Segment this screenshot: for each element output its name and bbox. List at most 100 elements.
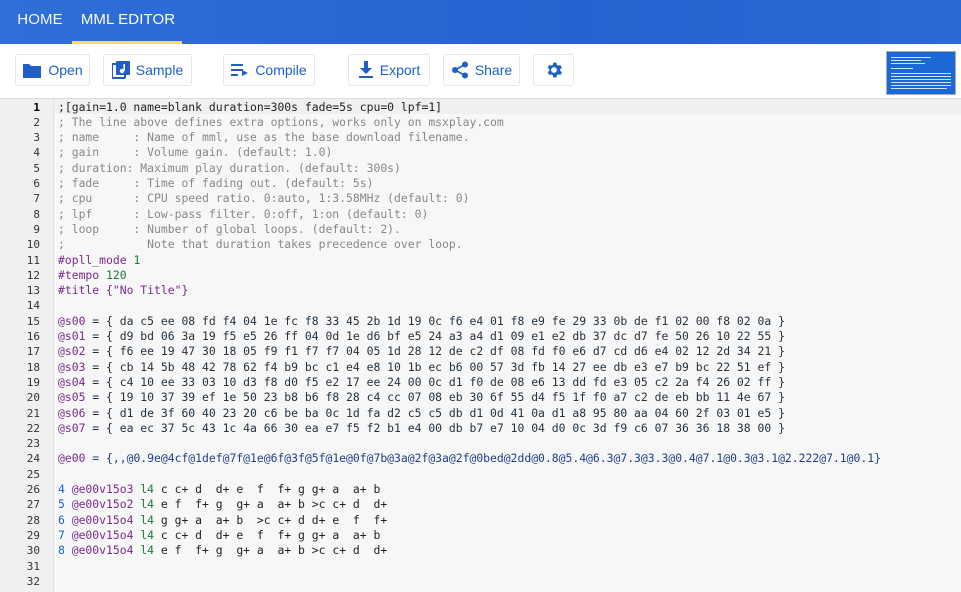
line-number: 14 [26, 299, 40, 313]
line-number: 26 [26, 483, 40, 496]
line-number: 5 [33, 161, 40, 175]
code-line: 4 @e00v15o3 l4 c c+ d d+ e f f+ g g+ a a… [58, 482, 958, 497]
voice-data: = { cb 14 5b 48 42 78 62 f4 b9 bc c1 e4 … [85, 359, 785, 374]
line-number: 4 [33, 146, 40, 160]
code-line: @s05 = { 19 10 37 39 ef 1e 50 23 b8 b6 f… [58, 390, 958, 405]
editor-minimap-thumbnail[interactable] [886, 51, 956, 95]
voice-data: = { d1 de 3f 60 40 23 20 c6 be ba 0c 1d … [85, 405, 785, 420]
voice-data: = { c4 10 ee 33 03 10 d3 f8 d0 f5 e2 17 … [85, 374, 785, 389]
line-number: 18 [26, 360, 40, 374]
gear-icon [544, 60, 564, 80]
mml-code-editor[interactable]: 1 2 3 4 5 6 7 8 9 10 11 12 13 14 15 16 17 18 19 20 21 22 23 24 2… [0, 99, 961, 592]
code-line: ; fade : Time of fading out. (default: 5… [58, 176, 958, 191]
line-number: 31 [26, 559, 40, 573]
voice-data: = { f6 ee 19 47 30 18 05 f9 f1 f7 f7 04 … [85, 344, 785, 359]
channel-number: 7 [58, 527, 65, 542]
code-line: @s00 = { da c5 ee 08 fd f4 04 1e fc f8 3… [58, 314, 958, 329]
line-number: 32 [26, 574, 40, 588]
line-number: 9 [33, 222, 40, 236]
voice-data: = { d9 bd 06 3a 19 f5 e5 26 ff 04 0d 1e … [85, 329, 785, 343]
line-number: 11 [26, 253, 40, 267]
voice-name: @s05 [58, 390, 86, 405]
note-length: l4 [140, 543, 155, 558]
channel-settings: @e00v15o4 [71, 527, 134, 542]
directive-keyword: #opll_mode [58, 252, 127, 267]
code-line: @s04 = { c4 10 ee 33 03 10 d3 f8 d0 f5 e… [58, 375, 958, 390]
voice-name: @s00 [58, 313, 86, 328]
line-number: 8 [33, 207, 40, 221]
code-line: @s07 = { ea ec 37 5c 43 1c 4a 66 30 ea e… [58, 421, 958, 436]
comment-text: ; fade : Time of fading out. (default: 5… [58, 176, 374, 190]
line-number: 23 [26, 437, 40, 451]
note-sequence: c c+ d d+ e f f+ g g+ a a+ b [160, 482, 381, 496]
code-line: ;[gain=1.0 name=blank duration=300s fade… [58, 100, 958, 115]
line-number: 1 [33, 100, 40, 114]
line-number: 10 [26, 238, 40, 252]
line-number: 30 [26, 544, 40, 558]
export-button[interactable]: Export [348, 54, 430, 86]
code-line: #title {"No Title"} [58, 283, 958, 298]
channel-number: 6 [58, 512, 65, 527]
sample-button[interactable]: Sample [103, 54, 192, 86]
comment-text: ; gain : Volume gain. (default: 1.0) [58, 145, 333, 160]
line-number: 2 [33, 115, 40, 129]
export-label: Export [379, 62, 421, 78]
voice-name: @s04 [58, 374, 86, 389]
voice-name: @s03 [58, 359, 86, 374]
comment-text: ; duration: Maximum play duration. (defa… [58, 160, 401, 175]
channel-settings: @e00v15o3 [71, 482, 134, 496]
code-line: ; gain : Volume gain. (default: 1.0) [58, 145, 958, 160]
channel-number: 4 [58, 482, 65, 496]
code-line: #opll_mode 1 [58, 253, 958, 268]
channel-settings: @e00v15o2 [71, 497, 134, 512]
compile-button[interactable]: Compile [223, 54, 315, 86]
share-label: Share [474, 62, 513, 78]
code-line: ; name : Name of mml, use as the base do… [58, 130, 958, 145]
comment-text: ; cpu : CPU speed ratio. 0:auto, 1:3.58M… [58, 191, 470, 206]
tab-home[interactable]: HOME [8, 0, 72, 44]
share-button[interactable]: Share [443, 54, 520, 86]
tab-mml-editor[interactable]: MML EDITOR [72, 0, 184, 44]
line-number: 15 [26, 314, 40, 328]
toolbar: Open Sample Compile Export Share [0, 44, 961, 99]
list-play-icon [231, 63, 249, 77]
line-number: 21 [26, 406, 40, 420]
code-line: ; lpf : Low-pass filter. 0:off, 1:on (de… [58, 207, 958, 222]
line-number: 6 [33, 177, 40, 190]
open-label: Open [48, 62, 83, 78]
line-number: 29 [26, 528, 40, 542]
music-library-icon [111, 61, 130, 79]
note-length: l4 [140, 497, 155, 512]
envelope-macro-name: @e00 [58, 451, 86, 466]
voice-name: @s01 [58, 329, 86, 343]
line-number: 12 [26, 268, 40, 282]
envelope-macro-data: = {,,@0.9e@4cf@1def@7f@1e@6f@3f@5f@1e@0f… [85, 451, 881, 466]
channel-settings: @e00v15o4 [71, 543, 134, 558]
directive-value: 1 [133, 252, 141, 267]
voice-data: = { 19 10 37 39 ef 1e 50 23 b8 b6 f8 28 … [85, 390, 785, 405]
open-button[interactable]: Open [15, 54, 90, 86]
line-number: 7 [33, 192, 40, 206]
directive-keyword: #title [58, 283, 100, 298]
settings-button[interactable] [533, 54, 574, 86]
line-number: 25 [26, 467, 40, 481]
compile-label: Compile [255, 62, 307, 78]
code-line: @s01 = { d9 bd 06 3a 19 f5 e5 26 ff 04 0… [58, 329, 958, 344]
note-length: l4 [140, 482, 155, 496]
comment-text: ; Note that duration takes precedence ov… [58, 237, 463, 252]
line-number: 19 [26, 375, 40, 389]
line-number: 22 [26, 421, 40, 435]
voice-name: @s06 [58, 405, 86, 420]
line-number: 28 [26, 513, 40, 527]
line-number: 16 [26, 330, 40, 343]
note-sequence: c c+ d d+ e f f+ g g+ a a+ b [160, 527, 381, 542]
code-line: #tempo 120 [58, 268, 958, 283]
directive-value: 120 [106, 267, 127, 282]
code-line: @s06 = { d1 de 3f 60 40 23 20 c6 be ba 0… [58, 406, 958, 421]
code-line: 7 @e00v15o4 l4 c c+ d d+ e f f+ g g+ a a… [58, 528, 958, 543]
note-sequence: e f f+ g g+ a a+ b >c c+ d d+ [160, 543, 388, 558]
comment-text: ; loop : Number of global loops. (defaul… [58, 221, 401, 236]
